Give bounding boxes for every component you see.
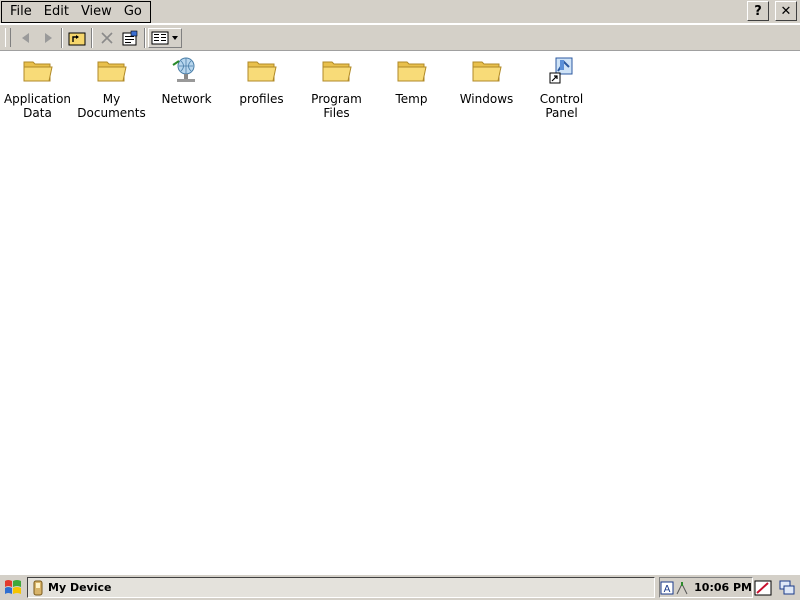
device-icon xyxy=(33,580,43,595)
item-label: My Documents xyxy=(77,92,146,120)
item-network[interactable]: Network xyxy=(149,55,224,106)
windows-logo-icon xyxy=(5,580,21,594)
menu-go-label: Go xyxy=(123,4,142,19)
item-windows[interactable]: Windows xyxy=(449,55,524,106)
clock[interactable]: 10:06 PM xyxy=(694,581,752,594)
input-panel-icon[interactable]: A xyxy=(660,579,674,597)
up-folder-button[interactable] xyxy=(66,28,88,48)
back-button[interactable] xyxy=(15,28,37,48)
properties-icon xyxy=(122,30,138,46)
menu-edit-label: Edit xyxy=(43,4,69,19)
item-label: Windows xyxy=(459,92,514,106)
back-icon xyxy=(22,33,29,43)
item-profiles[interactable]: profiles xyxy=(224,55,299,106)
desktop-switch-icon[interactable] xyxy=(778,579,796,597)
item-program-files[interactable]: Program Files xyxy=(299,55,374,120)
toolbar-separator xyxy=(91,28,93,48)
item-my-documents[interactable]: My Documents xyxy=(74,55,149,120)
menu-view[interactable]: View xyxy=(75,3,118,21)
toolbar-separator xyxy=(61,28,63,48)
task-my-device[interactable]: My Device xyxy=(27,577,655,598)
folder-view: Application Data My Documents Network pr… xyxy=(0,51,800,574)
help-button[interactable]: ? xyxy=(747,1,769,21)
item-application-data[interactable]: Application Data xyxy=(0,55,75,120)
menu-bar: File Edit View Go ? ✕ xyxy=(0,0,800,24)
item-label: Program Files xyxy=(311,92,362,120)
svg-text:A: A xyxy=(664,584,671,595)
menu-view-label: View xyxy=(80,4,112,19)
menu-group: File Edit View Go xyxy=(1,1,151,23)
item-control-panel[interactable]: Control Panel xyxy=(524,55,599,120)
start-button[interactable] xyxy=(2,577,24,599)
folder-icon xyxy=(247,61,277,82)
views-icon xyxy=(151,31,178,45)
connection-icon[interactable] xyxy=(674,579,690,597)
taskbar: My Device A 10:06 PM xyxy=(0,574,800,600)
toolbar-separator xyxy=(144,28,146,48)
forward-icon xyxy=(45,33,52,43)
close-button[interactable]: ✕ xyxy=(775,1,797,21)
network-icon xyxy=(171,57,195,82)
delete-icon xyxy=(101,32,113,44)
folder-icon xyxy=(397,61,427,82)
system-tray: A 10:06 PM xyxy=(659,577,753,598)
item-label: Application Data xyxy=(3,92,72,120)
item-label: profiles xyxy=(239,92,284,106)
item-label: Network xyxy=(161,92,212,106)
delete-button[interactable] xyxy=(96,28,118,48)
menu-go[interactable]: Go xyxy=(118,3,148,21)
folder-icon xyxy=(322,61,352,82)
task-label: My Device xyxy=(48,581,112,594)
properties-button[interactable] xyxy=(119,28,141,48)
toolbar xyxy=(0,25,800,51)
forward-button[interactable] xyxy=(37,28,59,48)
item-label: Control Panel xyxy=(539,92,584,120)
views-button[interactable] xyxy=(148,28,182,48)
close-label: ✕ xyxy=(780,3,792,19)
menu-file[interactable]: File xyxy=(4,3,38,21)
control-panel-shortcut-icon xyxy=(549,57,572,84)
toolbar-grip[interactable] xyxy=(5,28,11,47)
menu-edit[interactable]: Edit xyxy=(38,3,75,21)
menu-file-label: File xyxy=(10,4,32,19)
item-label: Temp xyxy=(395,92,428,106)
pen-icon[interactable] xyxy=(754,579,772,597)
up-folder-icon xyxy=(68,32,86,46)
help-label: ? xyxy=(754,3,762,19)
folder-icon xyxy=(97,61,127,82)
item-temp[interactable]: Temp xyxy=(374,55,449,106)
folder-icon xyxy=(23,61,53,82)
folder-icon xyxy=(472,61,502,82)
